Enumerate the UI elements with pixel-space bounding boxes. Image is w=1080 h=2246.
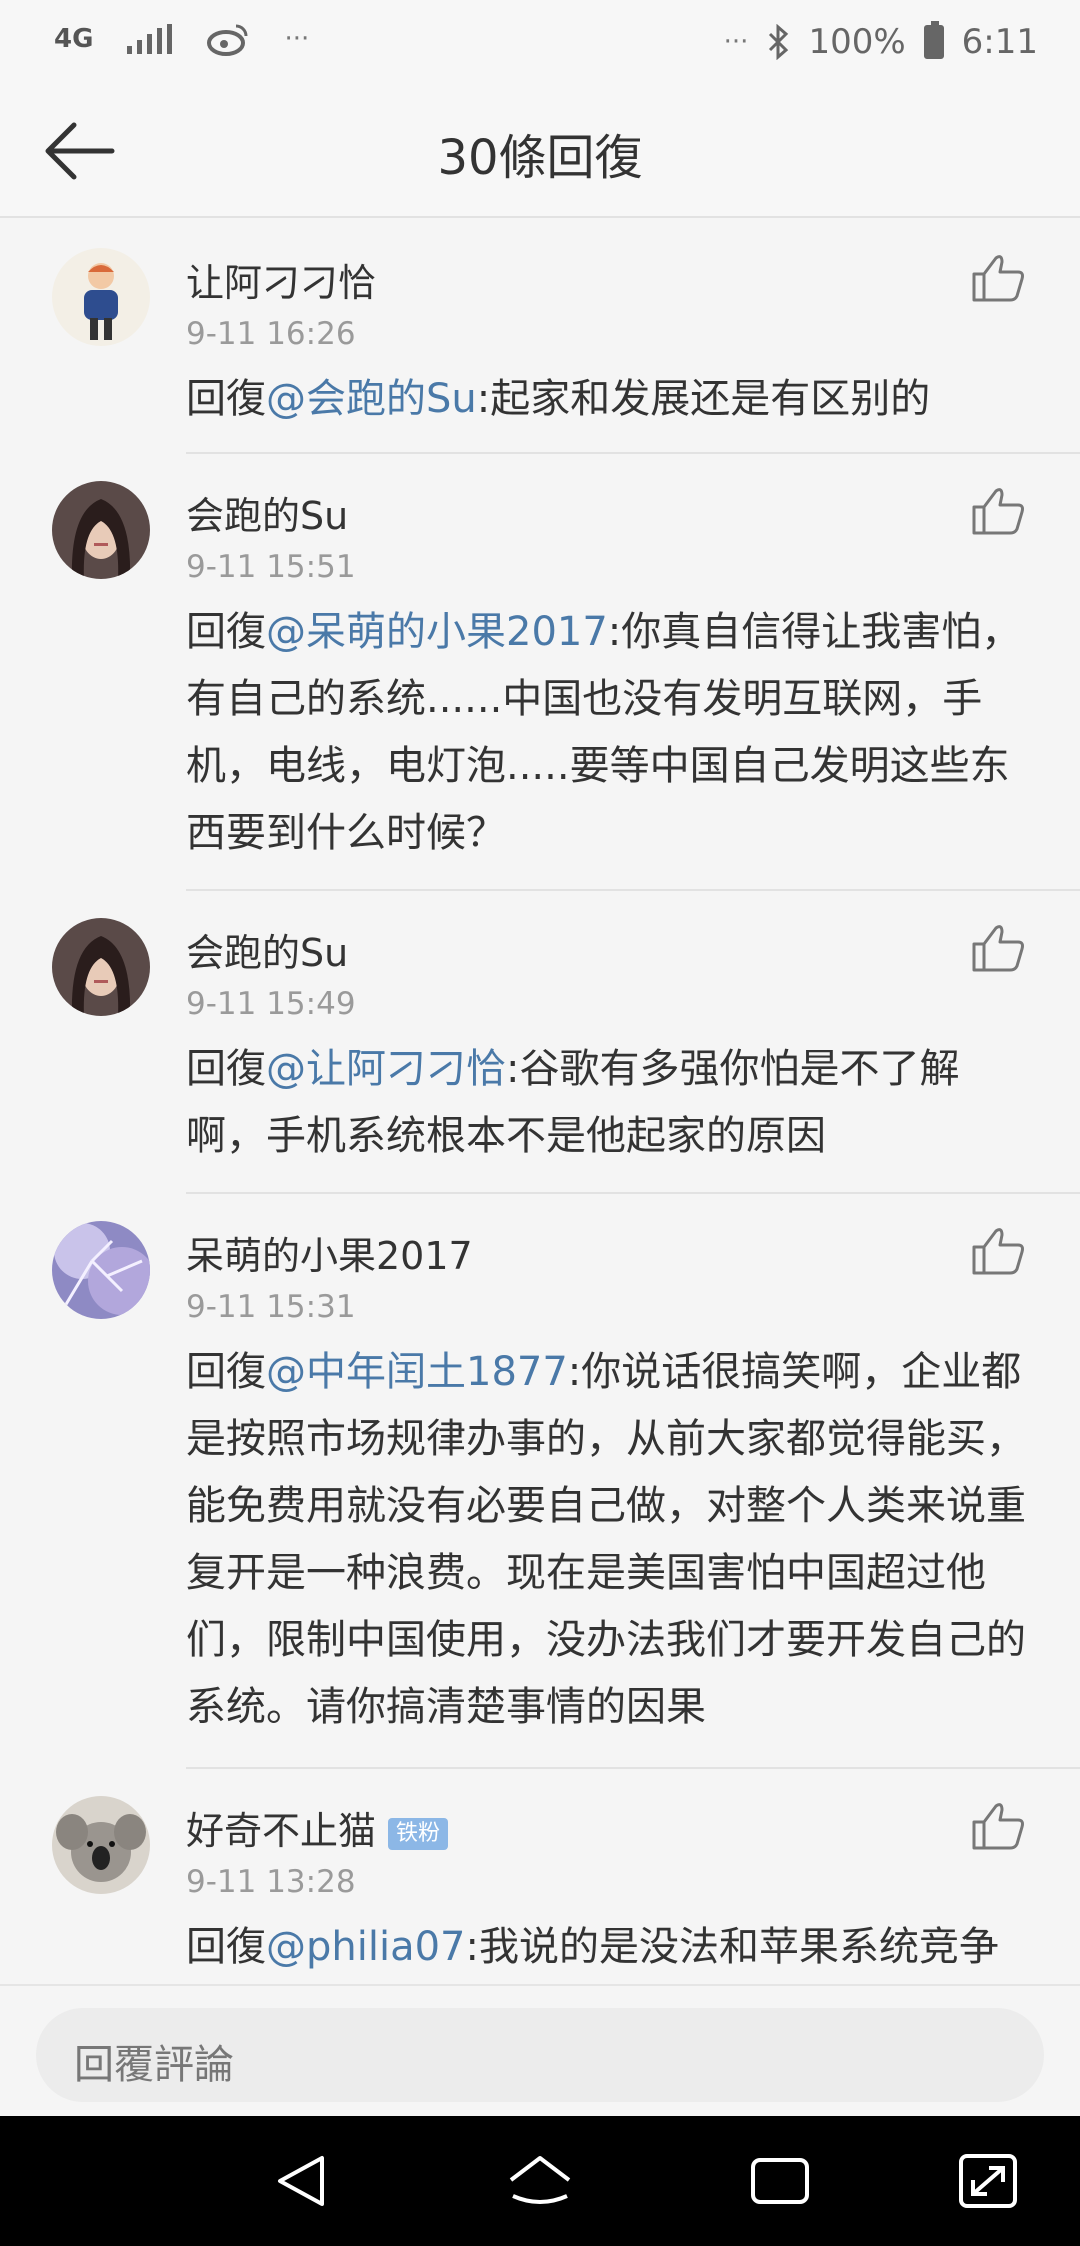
comment-username[interactable]: 呆萌的小果2017 [186, 1225, 473, 1280]
clock: 6:11 [961, 22, 1038, 62]
avatar[interactable] [52, 1221, 150, 1319]
comment-time: 9-11 15:51 [186, 549, 356, 585]
battery-percent: 100% [808, 22, 906, 62]
comment-text: :你说话很搞笑啊，企业都是按照市场规律办事的，从前大家都觉得能买，能免费用就没有… [186, 1349, 1026, 1730]
comment-time: 9-11 15:31 [186, 1289, 356, 1325]
reply-placeholder: 回覆評論 [74, 2042, 234, 2088]
reply-prefix: 回復 [186, 609, 266, 655]
app-header: 30條回復 [0, 88, 1080, 218]
back-triangle-icon[interactable] [266, 2146, 336, 2216]
comment-item: 会跑的Su 9-11 15:49 回復@让阿刁刁恰:谷歌有多强你怕是不了解啊，手… [0, 892, 1080, 1194]
comment-time: 9-11 15:49 [186, 986, 356, 1022]
comment-list[interactable]: 让阿刁刁恰 9-11 16:26 回復@会跑的Su:起家和发展还是有区别的 会跑… [0, 222, 1080, 1984]
status-dots: ··· [723, 27, 749, 57]
recents-icon[interactable] [745, 2146, 815, 2216]
avatar[interactable] [52, 1796, 150, 1894]
reply-prefix: 回復 [186, 1046, 266, 1092]
mention-link[interactable]: @让阿刁刁恰 [266, 1046, 506, 1092]
home-icon[interactable] [505, 2146, 575, 2216]
comment-body: 回復@会跑的Su:起家和发展还是有区别的 [186, 366, 1036, 433]
comment-body: 回復@让阿刁刁恰:谷歌有多强你怕是不了解啊，手机系统根本不是他起家的原因 [186, 1036, 1036, 1170]
mention-link[interactable]: @会跑的Su [266, 376, 477, 422]
comment-username[interactable]: 会跑的Su [186, 922, 348, 977]
comment-username[interactable]: 好奇不止猫 铁粉 [186, 1800, 449, 1855]
comment-body: 回復@philia07:我说的是没法和苹果系统竞争 [186, 1914, 1036, 1981]
comment-username[interactable]: 会跑的Su [186, 485, 348, 540]
battery-icon [923, 21, 944, 59]
mention-link[interactable]: @呆萌的小果2017 [266, 609, 608, 655]
like-icon[interactable] [970, 1225, 1026, 1277]
like-icon[interactable] [970, 1800, 1026, 1852]
reply-bar: 回覆評論 [0, 1984, 1080, 2116]
like-icon[interactable] [970, 922, 1026, 974]
expand-icon[interactable] [953, 2146, 1023, 2216]
comment-body: 回復@中年闰土1877:你说话很搞笑啊，企业都是按照市场规律办事的，从前大家都觉… [186, 1339, 1036, 1741]
comment-username[interactable]: 让阿刁刁恰 [186, 252, 376, 307]
like-icon[interactable] [970, 252, 1026, 304]
comment-time: 9-11 16:26 [186, 316, 356, 352]
divider [186, 889, 1080, 891]
avatar[interactable] [52, 918, 150, 1016]
status-bar: 4G ··· ··· 100% 6:11 [0, 0, 1080, 88]
screen: 4G ··· ··· 100% 6:11 30條回復 让阿刁刁恰 9-11 16… [0, 0, 1080, 2246]
network-4g-icon: 4G [54, 24, 94, 54]
fan-badge: 铁粉 [388, 1817, 449, 1850]
comment-item: 让阿刁刁恰 9-11 16:26 回復@会跑的Su:起家和发展还是有区别的 [0, 222, 1080, 454]
avatar[interactable] [52, 481, 150, 579]
mention-link[interactable]: @philia07 [266, 1924, 466, 1970]
like-icon[interactable] [970, 485, 1026, 537]
avatar[interactable] [52, 248, 150, 346]
reply-prefix: 回復 [186, 1924, 266, 1970]
comment-item: 好奇不止猫 铁粉 9-11 13:28 回復@philia07:我说的是没法和苹果… [0, 1770, 1080, 1984]
reply-prefix: 回復 [186, 1349, 266, 1395]
username-text[interactable]: 好奇不止猫 [186, 1809, 376, 1853]
comment-body: 回復@呆萌的小果2017:你真自信得让我害怕，有自己的系统......中国也没有… [186, 599, 1036, 867]
divider [186, 1767, 1080, 1769]
divider [186, 452, 1080, 454]
weibo-icon [207, 24, 248, 56]
comment-text: :我说的是没法和苹果系统竞争 [465, 1924, 999, 1970]
divider [186, 1192, 1080, 1194]
signal-icon [127, 24, 173, 54]
bluetooth-icon [769, 24, 789, 60]
reply-input[interactable]: 回覆評論 [36, 2008, 1044, 2102]
system-nav-bar [0, 2116, 1080, 2246]
comment-item: 呆萌的小果2017 9-11 15:31 回復@中年闰土1877:你说话很搞笑啊… [0, 1195, 1080, 1769]
reply-prefix: 回復 [186, 376, 266, 422]
page-title: 30條回復 [437, 130, 643, 186]
mention-link[interactable]: @中年闰土1877 [266, 1349, 568, 1395]
comment-time: 9-11 13:28 [186, 1864, 356, 1900]
comment-item: 会跑的Su 9-11 15:51 回復@呆萌的小果2017:你真自信得让我害怕，… [0, 455, 1080, 891]
comment-text: :起家和发展还是有区别的 [476, 376, 931, 422]
more-notifications: ··· [284, 24, 310, 54]
